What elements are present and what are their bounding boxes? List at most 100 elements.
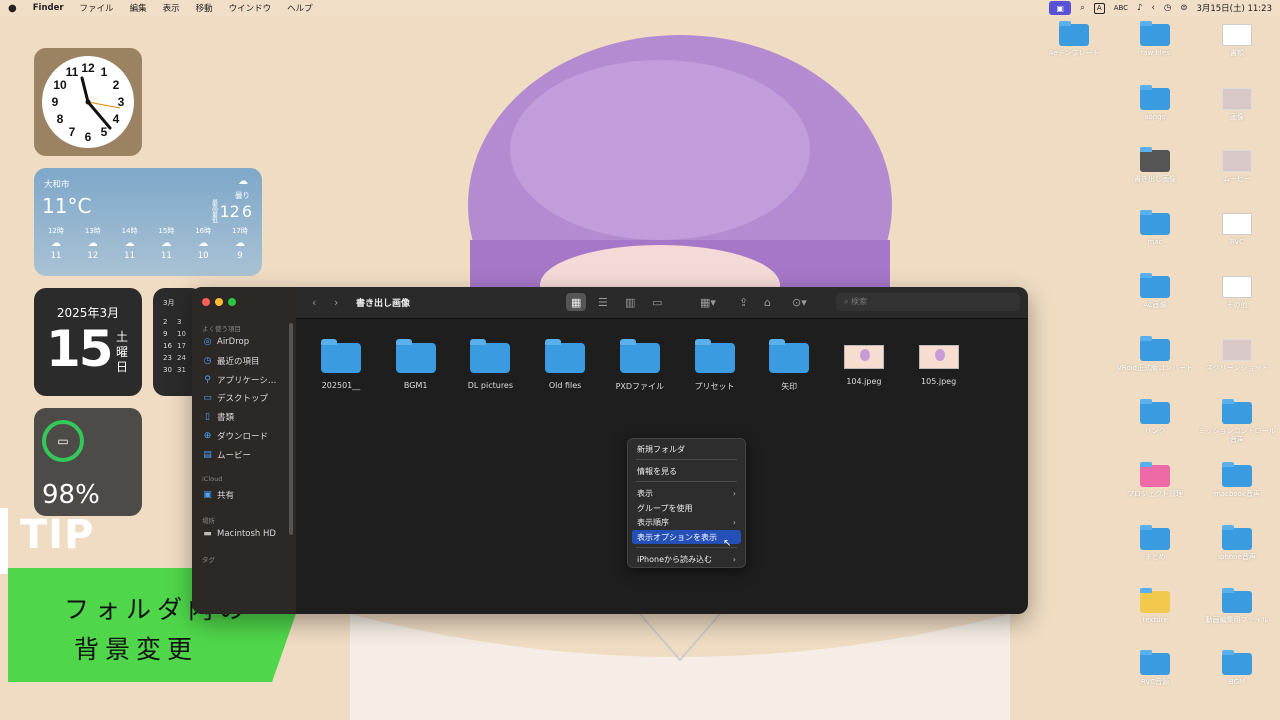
file-name: DL pictures bbox=[467, 381, 514, 390]
weather-widget[interactable]: 大和市 11°C ☁ 曇り 最高最低 12 6 12時 ☁ 11 13時 ☁ 12 14… bbox=[34, 168, 262, 276]
zoom-button[interactable] bbox=[228, 298, 236, 306]
menu-file[interactable]: ファイル bbox=[72, 2, 122, 14]
desktop-icon-item[interactable]: texture bbox=[1116, 588, 1194, 625]
menu-item-use-groups[interactable]: グループを使用 bbox=[632, 501, 741, 515]
calendar-day: 9 bbox=[163, 330, 168, 338]
menu-item-import-from-iphone[interactable]: iPhoneから読み込む › bbox=[632, 552, 741, 566]
calendar-days: 2 3 9 10 16 17 23 24 30 31 bbox=[163, 318, 191, 374]
desktop-icon-item[interactable]: 画像 bbox=[1198, 86, 1276, 122]
share-icon[interactable]: ⇪ bbox=[739, 296, 748, 309]
folder-icon bbox=[1140, 85, 1170, 110]
desktop-icon-item[interactable]: VRoid正式版コンバート bbox=[1116, 336, 1194, 373]
search-icon[interactable]: ⌕ bbox=[1080, 3, 1085, 13]
chevron-left-icon[interactable]: ‹ bbox=[1151, 3, 1154, 13]
desktop-icon-item[interactable]: BGM bbox=[1198, 650, 1276, 687]
file-item[interactable]: 105.jpeg bbox=[904, 319, 974, 386]
file-item[interactable]: プリセット bbox=[680, 319, 750, 392]
forward-arrow-icon[interactable]: › bbox=[334, 296, 338, 309]
back-arrow-icon[interactable]: ‹ bbox=[312, 296, 316, 309]
file-item[interactable]: 104.jpeg bbox=[829, 319, 899, 386]
sidebar-scrollbar[interactable] bbox=[289, 323, 293, 535]
desktop-icon-item[interactable]: Aeテンプレート bbox=[1035, 21, 1113, 58]
desktop-icon-item[interactable]: まとめ bbox=[1116, 525, 1194, 562]
folder-icon bbox=[1140, 21, 1170, 46]
desktop-icon-item[interactable]: raw files bbox=[1116, 21, 1194, 58]
desktop-icon-label: raw files bbox=[1140, 49, 1170, 57]
desktop-icon-item[interactable]: ムービー bbox=[1198, 148, 1276, 184]
sidebar-item-shared[interactable]: ▣ 共有 bbox=[202, 489, 234, 501]
minimize-button[interactable] bbox=[215, 298, 223, 306]
sidebar-item-applications[interactable]: ⚲ アプリケーシ… bbox=[202, 374, 276, 386]
file-item[interactable]: BGM1 bbox=[381, 319, 451, 390]
sidebar-item-desktop[interactable]: ▭ デスクトップ bbox=[202, 392, 268, 404]
input-source-letter[interactable]: A bbox=[1093, 2, 1105, 14]
tag-icon[interactable]: ⌂ bbox=[764, 296, 771, 309]
group-icon[interactable]: ▦▾ bbox=[700, 296, 716, 309]
file-item[interactable]: DL pictures bbox=[455, 319, 525, 390]
desktop-icon-item[interactable]: リンク bbox=[1116, 399, 1194, 436]
input-mode-label[interactable]: ABC bbox=[1114, 4, 1128, 12]
column-view-icon[interactable]: ▥ bbox=[625, 296, 635, 309]
sidebar-item-movies[interactable]: ▤ ムービー bbox=[202, 449, 251, 461]
icon-view-icon[interactable]: ▦ bbox=[571, 296, 581, 309]
music-icon[interactable]: ♪ bbox=[1137, 3, 1142, 13]
desktop-icon-item[interactable]: songs bbox=[1116, 85, 1194, 122]
calendar-day: 3 bbox=[177, 318, 182, 326]
clock-widget[interactable]: 12 1 2 345 678 9 10 11 bbox=[34, 48, 142, 156]
sidebar-item-documents[interactable]: ▯ 書類 bbox=[202, 411, 234, 423]
menu-help[interactable]: ヘルプ bbox=[279, 2, 321, 14]
more-actions-icon[interactable]: ⊙▾ bbox=[792, 296, 807, 309]
sidebar-item-airdrop[interactable]: ◎ AirDrop bbox=[202, 337, 250, 347]
desktop-icon-item[interactable]: ミッションコントロール音声 bbox=[1198, 399, 1276, 445]
finder-window[interactable]: よく使う項目 ◎ AirDrop ◷ 最近の項目 ⚲ アプリケーシ… ▭ デスクトップ … bbox=[192, 287, 1028, 614]
chevron-right-icon: › bbox=[732, 554, 736, 564]
file-item[interactable]: 202501__ bbox=[306, 319, 376, 390]
menubar-datetime[interactable]: 3月15日(土) 11:23 bbox=[1196, 2, 1272, 14]
menu-item-sort-by[interactable]: 表示順序 › bbox=[632, 515, 741, 529]
hour-label: 12時 bbox=[48, 227, 64, 235]
screen-record-icon[interactable]: ▣ bbox=[1049, 1, 1072, 15]
desktop-icon-item[interactable]: 動画編集用ファイル bbox=[1198, 588, 1276, 625]
date-widget[interactable]: 2025年3月 15 土曜日 bbox=[34, 288, 142, 396]
desktop-icon-item[interactable]: AC画像 bbox=[1116, 273, 1194, 310]
desktop-icon-item[interactable]: mac bbox=[1116, 210, 1194, 247]
gallery-view-icon[interactable]: ▭ bbox=[652, 296, 662, 309]
battery-widget[interactable]: ▭ 98% bbox=[34, 408, 142, 516]
desktop-icon-item[interactable]: RVC音源 bbox=[1116, 650, 1194, 687]
sidebar-item-downloads[interactable]: ⊕ ダウンロード bbox=[202, 430, 268, 442]
desktop-icon-item[interactable]: その他 bbox=[1198, 274, 1276, 310]
file-item[interactable]: Old files bbox=[530, 319, 600, 390]
desktop-icon-item[interactable]: macbook音声 bbox=[1198, 462, 1276, 499]
menu-finder[interactable]: Finder bbox=[25, 3, 72, 13]
desktop-icon-item[interactable]: RVC bbox=[1198, 211, 1276, 247]
desktop-icon-item[interactable]: iphone音声 bbox=[1198, 525, 1276, 562]
file-item[interactable]: PXDファイル bbox=[605, 319, 675, 392]
desktop-icon-item[interactable]: スクリーンショット bbox=[1198, 337, 1276, 373]
list-view-icon[interactable]: ☰ bbox=[598, 296, 608, 309]
menu-item-get-info[interactable]: 情報を見る bbox=[632, 464, 741, 478]
control-center-icon[interactable]: ⊜ bbox=[1180, 3, 1187, 13]
menu-item-new-folder[interactable]: 新規フォルダ bbox=[632, 442, 741, 456]
desktop-icon-item[interactable]: 書類 bbox=[1198, 22, 1276, 58]
menu-view[interactable]: 表示 bbox=[155, 2, 188, 14]
menu-edit[interactable]: 編集 bbox=[122, 2, 155, 14]
sidebar-item-recents[interactable]: ◷ 最近の項目 bbox=[202, 355, 260, 367]
apple-menu-icon[interactable]: ● bbox=[0, 3, 25, 14]
movie-icon: ▤ bbox=[203, 450, 212, 460]
close-button[interactable] bbox=[202, 298, 210, 306]
menu-window[interactable]: ウインドウ bbox=[221, 2, 280, 14]
mouse-cursor-icon: ↖ bbox=[723, 538, 732, 549]
search-field[interactable]: ⌕ 検索 bbox=[836, 293, 1020, 311]
hour-temp: 10 bbox=[197, 251, 209, 261]
desktop-icon-label: RVC音源 bbox=[1140, 678, 1170, 686]
menu-item-view[interactable]: 表示 › bbox=[632, 486, 741, 500]
menu-go[interactable]: 移動 bbox=[188, 2, 221, 14]
sidebar-item-macintosh-hd[interactable]: ▬ Macintosh HD bbox=[202, 529, 276, 539]
file-name: 105.jpeg bbox=[921, 377, 957, 386]
desktop-icon-label: リンク bbox=[1144, 427, 1166, 435]
desktop-icon-item[interactable]: プロジェクト管理 bbox=[1116, 462, 1194, 499]
desktop-icon-item[interactable]: 書き出し画像 bbox=[1116, 147, 1194, 184]
clock-icon[interactable]: ◷ bbox=[1164, 3, 1171, 13]
file-item[interactable]: 矢印 bbox=[754, 319, 824, 392]
traffic-lights bbox=[202, 298, 236, 306]
